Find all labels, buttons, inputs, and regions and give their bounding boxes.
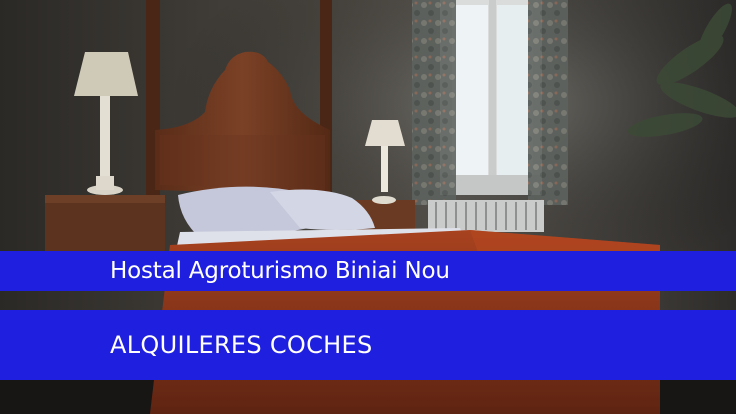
radiator — [428, 200, 544, 232]
car-rental-text: ALQUILERES COCHES — [110, 331, 373, 359]
car-rental-banner: ALQUILERES COCHES — [0, 310, 736, 380]
hostel-name-text: Hostal Agroturismo Biniai Nou — [110, 258, 450, 284]
hostel-name-banner: Hostal Agroturismo Biniai Nou — [0, 251, 736, 291]
